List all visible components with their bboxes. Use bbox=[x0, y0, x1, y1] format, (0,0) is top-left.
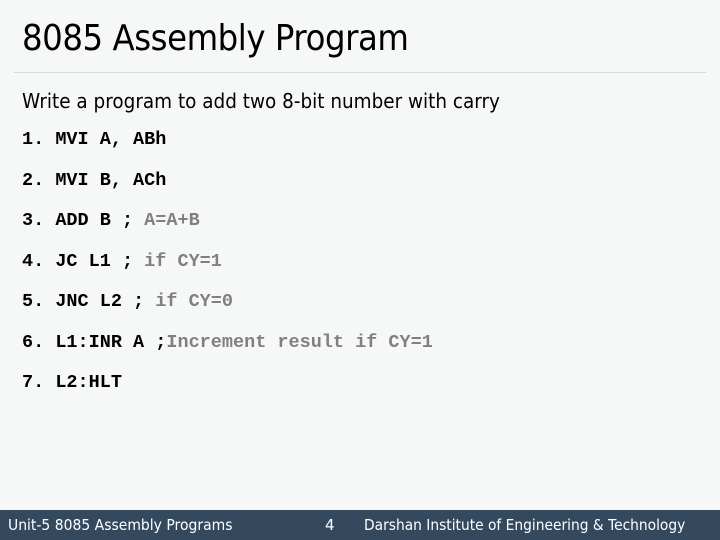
slide-subtitle: Write a program to add two 8-bit number … bbox=[22, 89, 500, 113]
line-number: 7. bbox=[22, 372, 45, 393]
comment: if CY=1 bbox=[144, 250, 222, 272]
code-line: 5. JNC L2 ; if CY=0 bbox=[22, 290, 433, 331]
line-number: 5. bbox=[22, 291, 45, 312]
line-number: 1. bbox=[22, 129, 45, 150]
comment-separator: ; bbox=[110, 210, 145, 231]
slide-footer: Unit-5 8085 Assembly Programs 4 Darshan … bbox=[0, 510, 720, 540]
instruction: ADD B bbox=[55, 210, 111, 231]
footer-page-number: 4 bbox=[325, 516, 335, 534]
footer-institute: Darshan Institute of Engineering & Techn… bbox=[364, 516, 686, 534]
comment-separator: ; bbox=[144, 331, 167, 353]
code-line: 1. MVI A, ABh bbox=[22, 128, 433, 169]
title-divider bbox=[14, 72, 706, 73]
instruction: MVI A, ABh bbox=[55, 129, 167, 150]
instruction: JC L1 bbox=[55, 250, 111, 272]
code-line: 2. MVI B, ACh bbox=[22, 169, 433, 210]
comment: A=A+B bbox=[144, 210, 200, 231]
code-line: 6. L1:INR A ;Increment result if CY=1 bbox=[22, 331, 433, 372]
comment-separator: ; bbox=[121, 291, 156, 312]
code-line: 4. JC L1 ; if CY=1 bbox=[22, 250, 433, 291]
comment: Increment result if CY=1 bbox=[166, 331, 433, 353]
line-number: 4. bbox=[22, 250, 45, 272]
code-line: 3. ADD B ; A=A+B bbox=[22, 209, 433, 250]
instruction: L1:INR A bbox=[55, 331, 145, 353]
line-number: 2. bbox=[22, 169, 45, 191]
slide-title: 8085 Assembly Program bbox=[22, 18, 409, 59]
footer-unit-title: Unit-5 8085 Assembly Programs bbox=[8, 516, 233, 534]
comment: if CY=0 bbox=[155, 291, 233, 312]
line-number: 3. bbox=[22, 210, 45, 231]
instruction: L2:HLT bbox=[55, 372, 122, 393]
code-line: 7. L2:HLT bbox=[22, 371, 433, 412]
instruction: MVI B, ACh bbox=[55, 169, 167, 191]
instruction: JNC L2 bbox=[55, 291, 122, 312]
line-number: 6. bbox=[22, 331, 45, 353]
code-listing: 1. MVI A, ABh 2. MVI B, ACh 3. ADD B ; A… bbox=[22, 128, 433, 412]
comment-separator: ; bbox=[110, 250, 145, 272]
